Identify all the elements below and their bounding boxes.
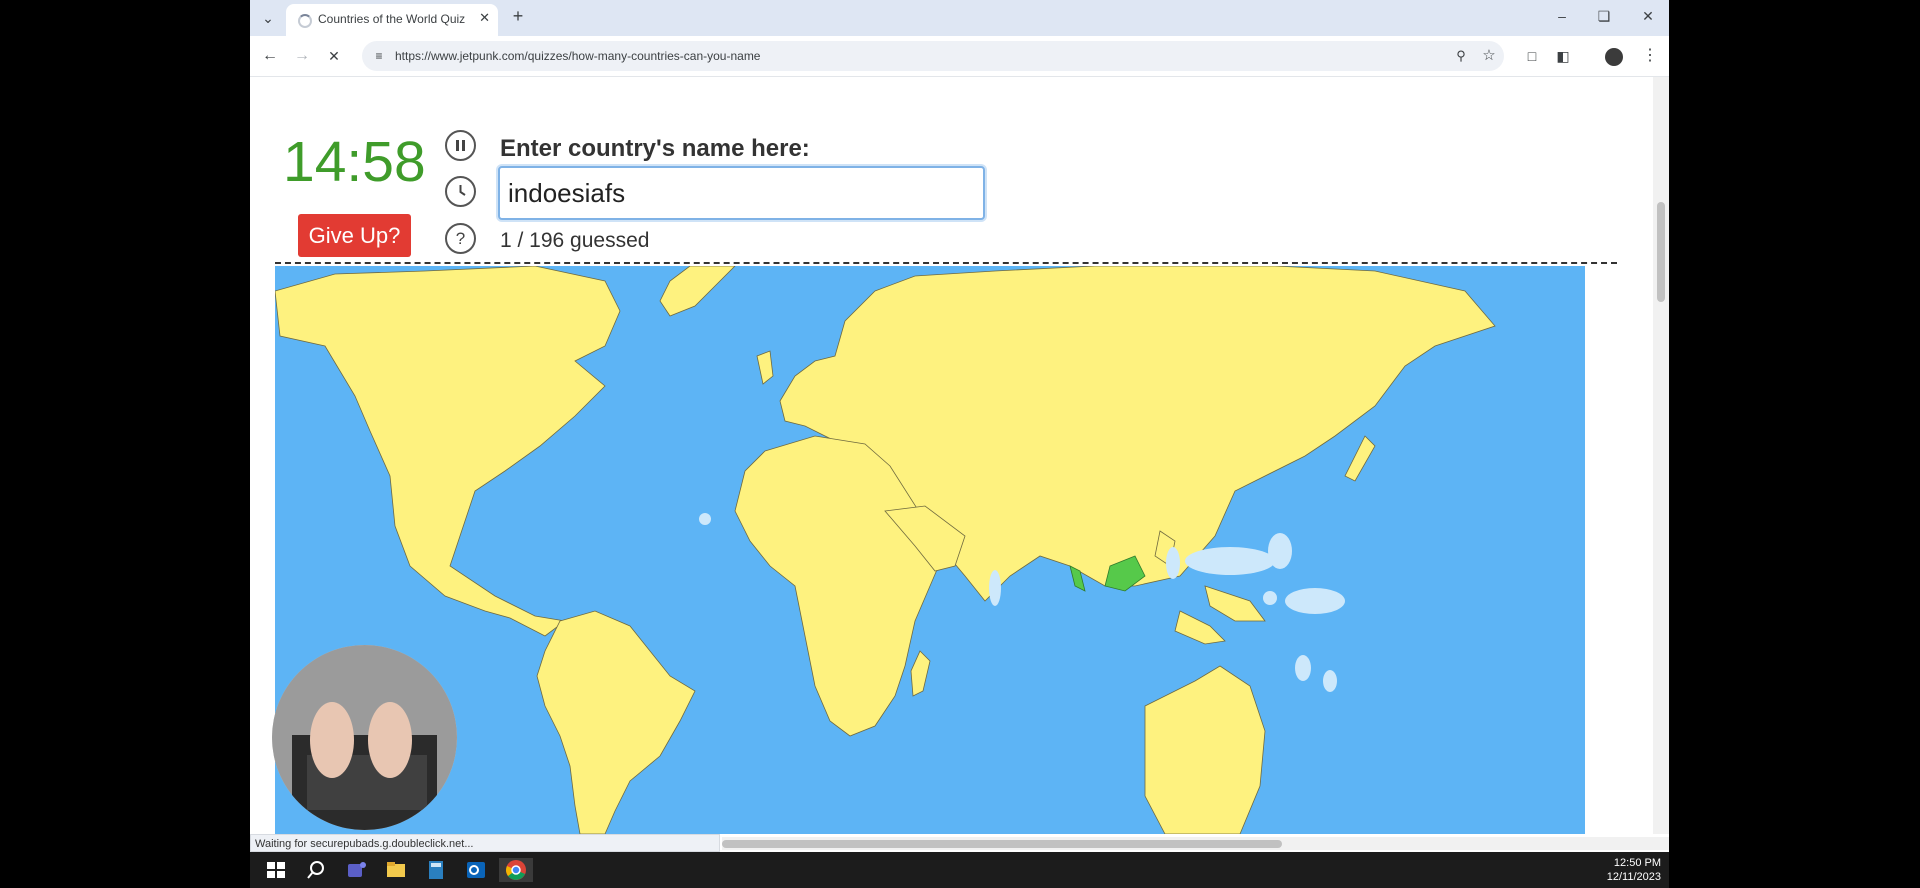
search-icon[interactable] [304,858,328,882]
new-tab-icon[interactable]: + [508,6,528,26]
stop-icon[interactable]: ✕ [324,46,344,66]
file-explorer-icon[interactable] [384,858,408,882]
land-australia [1144,665,1266,834]
answer-input[interactable] [498,166,985,220]
divider [275,262,1617,264]
browser-window: ⌄ Countries of the World Quiz ✕ + – ❏ ✕ … [250,0,1669,852]
back-icon[interactable]: ← [260,46,280,66]
help-icon[interactable]: ? [445,223,476,254]
address-bar[interactable]: ≡ https://www.jetpunk.com/quizzes/how-ma… [362,41,1504,71]
close-window-icon[interactable]: ✕ [1638,6,1658,26]
system-clock[interactable]: 12:50 PM 12/11/2023 [1607,856,1661,884]
hint-area [1323,670,1337,692]
maximize-icon[interactable]: ❏ [1594,6,1614,26]
webcam-overlay [272,645,457,830]
teams-icon[interactable] [344,858,368,882]
vertical-scroll-thumb[interactable] [1657,202,1665,302]
hint-area [699,513,711,525]
quiz-timer: 14:58 [283,130,426,194]
land-se-asia-islands [1174,610,1226,645]
horizontal-scroll-thumb[interactable] [722,840,1282,848]
windows-start-icon[interactable] [264,858,288,882]
answer-prompt: Enter country's name here: [500,135,810,162]
hint-area [1185,547,1275,575]
land-japan [1344,435,1376,482]
zoom-icon[interactable]: ⚲ [1452,46,1470,66]
tab-active[interactable]: Countries of the World Quiz ✕ [286,4,498,36]
hint-area [1263,591,1277,605]
land-north-america [275,266,621,637]
hint-area [1295,655,1311,681]
clock-date: 12/11/2023 [1606,871,1661,883]
menu-icon[interactable]: ⋮ [1640,46,1660,66]
hint-area [1166,547,1180,579]
close-tab-icon[interactable]: ✕ [479,10,490,26]
taskbar: 12:50 PM 12/11/2023 [250,852,1669,888]
tab-strip: ⌄ Countries of the World Quiz ✕ + – ❏ ✕ [250,0,1669,36]
clock-icon[interactable] [445,176,476,207]
guessed-count: 1 / 196 guessed [500,229,650,252]
loading-spinner-icon [298,14,312,28]
hint-area [1285,588,1345,614]
extensions-icon[interactable]: □ [1522,46,1542,66]
land-greenland [659,266,736,317]
bookmark-star-icon[interactable]: ☆ [1480,46,1498,66]
chrome-icon[interactable] [499,858,533,882]
page-content: 14:58 Give Up? ? Enter country's name he… [250,77,1669,852]
profile-avatar-icon[interactable] [1605,48,1623,66]
pause-icon[interactable] [445,130,476,161]
world-map [275,266,1585,834]
land-new-guinea [1204,585,1266,622]
tab-title: Countries of the World Quiz [318,12,466,26]
clock-time: 12:50 PM [1613,857,1661,869]
address-url[interactable]: https://www.jetpunk.com/quizzes/how-many… [395,49,760,63]
side-panel-icon[interactable]: ◧ [1553,46,1573,66]
vertical-scrollbar[interactable] [1653,77,1669,834]
horizontal-scrollbar[interactable] [722,837,1669,850]
land-madagascar [910,650,931,697]
status-bar-text: Waiting for securepubads.g.doubleclick.n… [250,834,720,852]
site-info-icon[interactable]: ≡ [370,46,388,66]
outlook-icon[interactable] [464,858,488,882]
tab-list-icon[interactable]: ⌄ [258,8,278,28]
hint-area [1268,533,1292,569]
land-south-america [536,610,696,834]
give-up-button[interactable]: Give Up? [298,214,411,257]
forward-icon[interactable]: → [292,46,312,66]
hint-area [989,570,1001,606]
browser-toolbar: ← → ✕ ≡ https://www.jetpunk.com/quizzes/… [250,36,1669,77]
minimize-icon[interactable]: – [1552,6,1572,26]
land-uk [756,350,774,385]
calculator-icon[interactable] [424,858,448,882]
